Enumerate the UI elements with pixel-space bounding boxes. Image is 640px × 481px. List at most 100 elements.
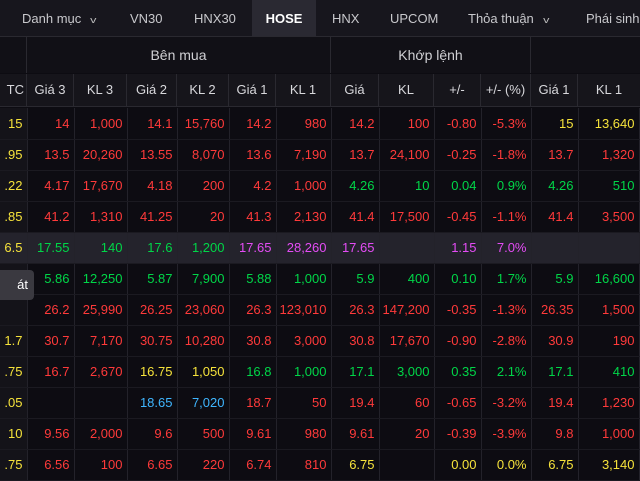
stock-row[interactable]: .05 18.65 7,020 18.7 50 19.4 60 -0.65 -3.2% 19.4 1… (0, 387, 640, 419)
tab-hnx[interactable]: HNX (332, 0, 359, 36)
col-sell-price-1[interactable]: Giá 1 (531, 74, 578, 106)
row-tooltip: át (0, 270, 34, 300)
stock-row[interactable]: .95 13.5 20,260 13.55 8,070 13.6 7,190 13.7 24,1… (0, 139, 640, 171)
buy-vol-2-cell: 7,900 (177, 263, 230, 295)
match-price-cell: 6.75 (331, 449, 380, 481)
stock-row[interactable]: 1.7 30.7 7,170 30.75 10,280 30.8 3,000 30.8 17,6… (0, 325, 640, 357)
tab-upcom[interactable]: UPCOM (390, 0, 438, 36)
stock-row[interactable]: 5.86 12,250 5.87 7,900 5.88 1,000 5.9 400 0.10 1.… (0, 263, 640, 295)
buy-price-2-cell: 26.25 (127, 294, 178, 326)
col-match-vol[interactable]: KL (379, 74, 434, 106)
group-buy: Bên mua (27, 37, 331, 73)
buy-price-3-cell: 16.7 (27, 356, 75, 388)
change-cell: -0.90 (434, 325, 482, 357)
sell-price-1-cell: 17.1 (531, 356, 579, 388)
buy-price-3-cell: 6.56 (27, 449, 75, 481)
change-pct-cell: 0.0% (481, 449, 532, 481)
tab-danh-muc[interactable]: Danh mục v (22, 0, 97, 36)
col-buy-vol-3[interactable]: KL 3 (74, 74, 127, 106)
stock-row[interactable]: .75 16.7 2,670 16.75 1,050 16.8 1,000 17.1 3,000… (0, 356, 640, 388)
match-price-cell: 41.4 (331, 201, 380, 233)
buy-price-3-cell: 41.2 (27, 201, 75, 233)
stock-row[interactable]: 15 14 1,000 14.1 15,760 14.2 980 14.2 100 -0.80 -5… (0, 108, 640, 140)
tab-hose[interactable]: HOSE (252, 0, 316, 36)
buy-vol-2-cell: 500 (177, 418, 230, 450)
tab-hnx30[interactable]: HNX30 (194, 0, 236, 36)
tab-thoa-thuan[interactable]: Thỏa thuận v (468, 0, 549, 36)
change-pct-cell: -1.8% (481, 139, 532, 171)
col-buy-price-3[interactable]: Giá 3 (27, 74, 74, 106)
match-vol-cell: 17,500 (379, 201, 435, 233)
col-change-pct[interactable]: +/- (%) (481, 74, 531, 106)
buy-vol-1-cell: 123,010 (276, 294, 332, 326)
buy-price-1-cell: 14.2 (229, 108, 277, 140)
sell-price-1-cell: 30.9 (531, 325, 579, 357)
change-cell: -0.25 (434, 139, 482, 171)
buy-vol-1-cell: 7,190 (276, 139, 332, 171)
match-vol-cell: 147,200 (379, 294, 435, 326)
sell-price-1-cell: 15 (531, 108, 579, 140)
buy-vol-2-cell: 220 (177, 449, 230, 481)
buy-price-3-cell: 4.17 (27, 170, 75, 202)
change-pct-cell: 1.7% (481, 263, 532, 295)
match-vol-cell: 17,670 (379, 325, 435, 357)
buy-vol-3-cell: 12,250 (74, 263, 128, 295)
buy-price-2-cell: 17.6 (127, 232, 178, 264)
change-cell: -0.45 (434, 201, 482, 233)
buy-price-2-cell: 5.87 (127, 263, 178, 295)
buy-price-3-cell: 5.86 (27, 263, 75, 295)
sell-vol-1-cell: 16,600 (578, 263, 640, 295)
buy-vol-3-cell: 7,170 (74, 325, 128, 357)
sell-vol-1-cell: 410 (578, 356, 640, 388)
col-sell-vol-1[interactable]: KL 1 (578, 74, 640, 106)
match-price-cell: 9.61 (331, 418, 380, 450)
buy-price-3-cell: 13.5 (27, 139, 75, 171)
col-buy-price-2[interactable]: Giá 2 (127, 74, 177, 106)
stock-row[interactable]: .22 4.17 17,670 4.18 200 4.2 1,000 4.26 10 0.04 0.… (0, 170, 640, 202)
column-group-header: Bên mua Khớp lệnh (0, 37, 640, 73)
change-pct-cell: -1.3% (481, 294, 532, 326)
sell-price-1-cell: 4.26 (531, 170, 579, 202)
change-pct-cell: -5.3% (481, 108, 532, 140)
sell-price-1-cell: 41.4 (531, 201, 579, 233)
tab-phai-sinh[interactable]: Phái sinh (586, 0, 639, 36)
stock-row[interactable]: 10 9.56 2,000 9.6 500 9.61 980 9.61 20 -0.39 -3.9%… (0, 418, 640, 450)
buy-price-2-cell: 41.25 (127, 201, 178, 233)
buy-vol-2-cell: 7,020 (177, 387, 230, 419)
tab-label: Danh mục (22, 11, 82, 26)
match-price-cell: 26.3 (331, 294, 380, 326)
match-price-cell: 19.4 (331, 387, 380, 419)
col-match-price[interactable]: Giá (331, 74, 379, 106)
buy-vol-3-cell: 100 (74, 449, 128, 481)
col-buy-price-1[interactable]: Giá 1 (229, 74, 276, 106)
col-change[interactable]: +/- (434, 74, 481, 106)
change-pct-cell: 0.9% (481, 170, 532, 202)
buy-price-1-cell: 6.74 (229, 449, 277, 481)
buy-price-3-cell: 26.2 (27, 294, 75, 326)
buy-price-2-cell: 18.65 (127, 387, 178, 419)
buy-price-3-cell: 14 (27, 108, 75, 140)
change-cell: -0.65 (434, 387, 482, 419)
buy-vol-2-cell: 8,070 (177, 139, 230, 171)
col-buy-vol-1[interactable]: KL 1 (276, 74, 331, 106)
change-pct-cell: 7.0% (481, 232, 532, 264)
col-ref[interactable]: TC (0, 74, 27, 106)
price-board-table: 15 14 1,000 14.1 15,760 14.2 980 14.2 100 -0.80 -5… (0, 108, 640, 481)
col-buy-vol-2[interactable]: KL 2 (177, 74, 229, 106)
sell-vol-1-cell: 1,500 (578, 294, 640, 326)
buy-price-2-cell: 16.75 (127, 356, 178, 388)
price-board-body: 15 14 1,000 14.1 15,760 14.2 980 14.2 100 -0.80 -5… (0, 108, 640, 481)
stock-row[interactable]: .75 6.56 100 6.65 220 6.74 810 6.75 0.00 0.0% 6.75… (0, 449, 640, 481)
stock-row[interactable]: 26.2 25,990 26.25 23,060 26.3 123,010 26.3 147,… (0, 294, 640, 326)
buy-vol-3-cell: 25,990 (74, 294, 128, 326)
stock-row[interactable]: 6.5 17.55 140 17.6 1,200 17.65 28,260 17.65 1.15… (0, 232, 640, 264)
ref-price-cell: 10 (0, 418, 28, 450)
match-price-cell: 30.8 (331, 325, 380, 357)
tab-vn30[interactable]: VN30 (130, 0, 163, 36)
buy-price-1-cell: 26.3 (229, 294, 277, 326)
stock-row[interactable]: .85 41.2 1,310 41.25 20 41.3 2,130 41.4 17,500 -0… (0, 201, 640, 233)
buy-vol-1-cell: 980 (276, 418, 332, 450)
change-cell: 1.15 (434, 232, 482, 264)
buy-price-2-cell: 4.18 (127, 170, 178, 202)
match-price-cell: 17.65 (331, 232, 380, 264)
